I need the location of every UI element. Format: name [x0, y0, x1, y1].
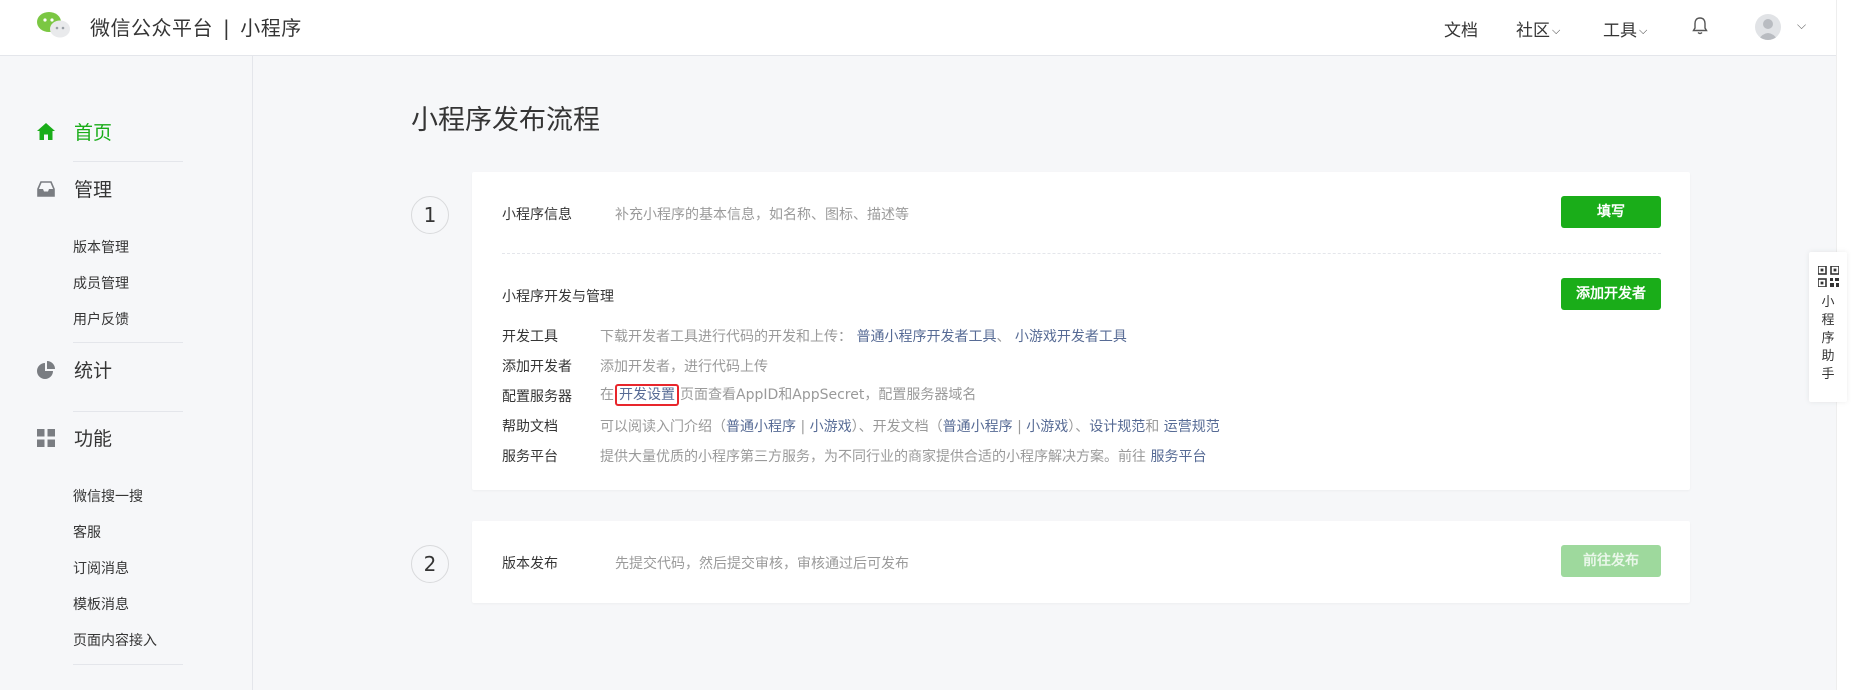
sidebar-item-features[interactable]: 功能 — [36, 424, 112, 451]
server-pre-text: 在 — [600, 387, 614, 403]
fill-button[interactable]: 填写 — [1561, 196, 1661, 228]
dev-settings-link[interactable]: 开发设置 — [615, 384, 679, 406]
dev-manage-label: 小程序开发与管理 — [502, 289, 614, 305]
service-platform-label: 服务平台 — [502, 449, 558, 465]
brand-name: 微信公众平台 — [90, 16, 213, 40]
brand-separator: | — [223, 16, 231, 40]
sidebar-item-manage[interactable]: 管理 — [36, 175, 112, 202]
docs-bar: | — [800, 419, 806, 435]
home-icon — [37, 122, 55, 140]
add-dev-desc: 添加开发者，进行代码上传 — [600, 359, 768, 375]
divider — [73, 161, 183, 162]
docs-bar: | — [1017, 419, 1022, 435]
mini-program-info-desc: 补充小程序的基本信息，如名称、图标、描述等 — [615, 207, 909, 223]
dev-tools-label: 开发工具 — [502, 329, 558, 345]
step1-card: 小程序信息 补充小程序的基本信息，如名称、图标、描述等 填写 小程序开发与管理 … — [472, 172, 1690, 490]
version-release-desc: 先提交代码，然后提交审核，审核通过后可发布 — [615, 556, 909, 572]
dev-doc-mini-game-link[interactable]: 小游戏 — [1026, 419, 1068, 435]
sidebar-item-wechat-search[interactable]: 微信搜一搜 — [73, 486, 143, 506]
bell-icon[interactable] — [1690, 16, 1710, 36]
step2-card: 版本发布 先提交代码，然后提交审核，审核通过后可发布 前往发布 — [472, 521, 1690, 603]
divider — [73, 411, 183, 412]
docs-text-3: ）、 — [1068, 419, 1090, 435]
sidebar-item-subscribe-message[interactable]: 订阅消息 — [73, 558, 129, 578]
brand-title[interactable]: 微信公众平台 | 小程序 — [90, 12, 302, 41]
sidebar-item-home-label: 首页 — [74, 122, 113, 144]
mini-program-info-label: 小程序信息 — [502, 207, 572, 223]
user-icon — [1758, 19, 1778, 40]
normal-devtools-link[interactable]: 普通小程序开发者工具 — [856, 329, 996, 345]
sidebar-item-features-label: 功能 — [74, 428, 113, 450]
help-docs-label: 帮助文档 — [502, 419, 558, 435]
service-platform-desc: 提供大量优质的小程序第三方服务，为不同行业的商家提供合适的小程序解决方案。前往 … — [600, 446, 1206, 466]
sidebar-item-stats-label: 统计 — [74, 360, 113, 382]
chevron-down-icon[interactable]: ⌵ — [1797, 18, 1806, 33]
pie-chart-icon — [37, 360, 55, 379]
version-release-label: 版本发布 — [502, 556, 558, 572]
sidebar-item-member-manage[interactable]: 成员管理 — [73, 273, 129, 293]
operation-spec-link[interactable]: 运营规范 — [1164, 419, 1220, 435]
page-title: 小程序发布流程 — [411, 105, 600, 136]
server-config-desc: 在开发设置 页面查看AppID和AppSecret，配置服务器域名 — [600, 384, 976, 406]
qr-code-icon — [1818, 266, 1839, 287]
inbox-icon — [37, 180, 55, 197]
divider — [73, 664, 183, 665]
intro-mini-program-link[interactable]: 普通小程序 — [726, 419, 796, 435]
separator: 、 — [996, 329, 1011, 345]
top-bar: 微信公众平台 | 小程序 文档 社区 ⌵ 工具 ⌵ ⌵ — [0, 0, 1851, 56]
wechat-logo-icon[interactable] — [36, 10, 72, 40]
dev-tools-desc: 下载开发者工具进行代码的开发和上传： 普通小程序开发者工具、 小游戏开发者工具 — [600, 326, 1127, 346]
step-number-2: 2 — [411, 545, 449, 583]
service-platform-link[interactable]: 服务平台 — [1150, 449, 1206, 465]
sidebar-item-stats[interactable]: 统计 — [36, 356, 112, 383]
dev-tools-text: 下载开发者工具进行代码的开发和上传： — [600, 329, 852, 345]
go-publish-button[interactable]: 前往发布 — [1561, 545, 1661, 577]
dev-doc-mini-program-link[interactable]: 普通小程序 — [943, 419, 1013, 435]
platform-text: 提供大量优质的小程序第三方服务，为不同行业的商家提供合适的小程序解决方案。前往 — [600, 449, 1146, 465]
avatar[interactable] — [1755, 14, 1781, 40]
sidebar-item-customer-service[interactable]: 客服 — [73, 522, 101, 542]
docs-text-1: 可以阅读入门介绍（ — [600, 419, 726, 435]
design-spec-link[interactable]: 设计规范 — [1089, 419, 1145, 435]
sidebar-item-template-message[interactable]: 模板消息 — [73, 594, 129, 614]
sidebar-item-home[interactable]: 首页 — [36, 118, 112, 145]
nav-docs[interactable]: 文档 — [1444, 16, 1478, 41]
step-number-1: 1 — [411, 196, 449, 234]
sidebar-item-manage-label: 管理 — [74, 179, 113, 201]
add-developer-button[interactable]: 添加开发者 — [1561, 278, 1661, 310]
chevron-down-icon: ⌵ — [1552, 24, 1561, 37]
sidebar-item-user-feedback[interactable]: 用户反馈 — [73, 309, 129, 329]
nav-community[interactable]: 社区 ⌵ — [1516, 16, 1560, 41]
chevron-down-icon: ⌵ — [1639, 24, 1648, 37]
sidebar-item-version-manage[interactable]: 版本管理 — [73, 237, 129, 257]
product-name: 小程序 — [240, 16, 302, 40]
add-dev-label: 添加开发者 — [502, 359, 572, 375]
docs-text-4: 和 — [1145, 419, 1160, 435]
nav-tools[interactable]: 工具 ⌵ — [1603, 16, 1647, 41]
grid-icon — [37, 428, 55, 447]
dashed-divider — [502, 253, 1661, 254]
mini-program-assistant[interactable]: 小程序助手 — [1809, 252, 1847, 402]
help-docs-desc: 可以阅读入门介绍（普通小程序 | 小游戏）、开发文档（普通小程序 | 小游戏）、… — [600, 416, 1220, 436]
assistant-label: 小程序助手 — [1821, 295, 1835, 382]
sidebar: 首页 管理 版本管理 成员管理 用户反馈 统计 功能 微信搜一搜 客服 订阅消息… — [0, 56, 253, 690]
docs-text-2: ）、开发文档（ — [851, 419, 943, 435]
divider — [73, 342, 183, 343]
game-devtools-link[interactable]: 小游戏开发者工具 — [1015, 329, 1127, 345]
server-post-text: 页面查看AppID和AppSecret，配置服务器域名 — [680, 387, 977, 403]
nav-tools-label: 工具 — [1603, 21, 1637, 41]
intro-mini-game-link[interactable]: 小游戏 — [810, 419, 852, 435]
nav-docs-label: 文档 — [1444, 21, 1478, 41]
sidebar-item-page-content[interactable]: 页面内容接入 — [73, 630, 157, 650]
server-config-label: 配置服务器 — [502, 389, 572, 405]
nav-community-label: 社区 — [1516, 21, 1550, 41]
